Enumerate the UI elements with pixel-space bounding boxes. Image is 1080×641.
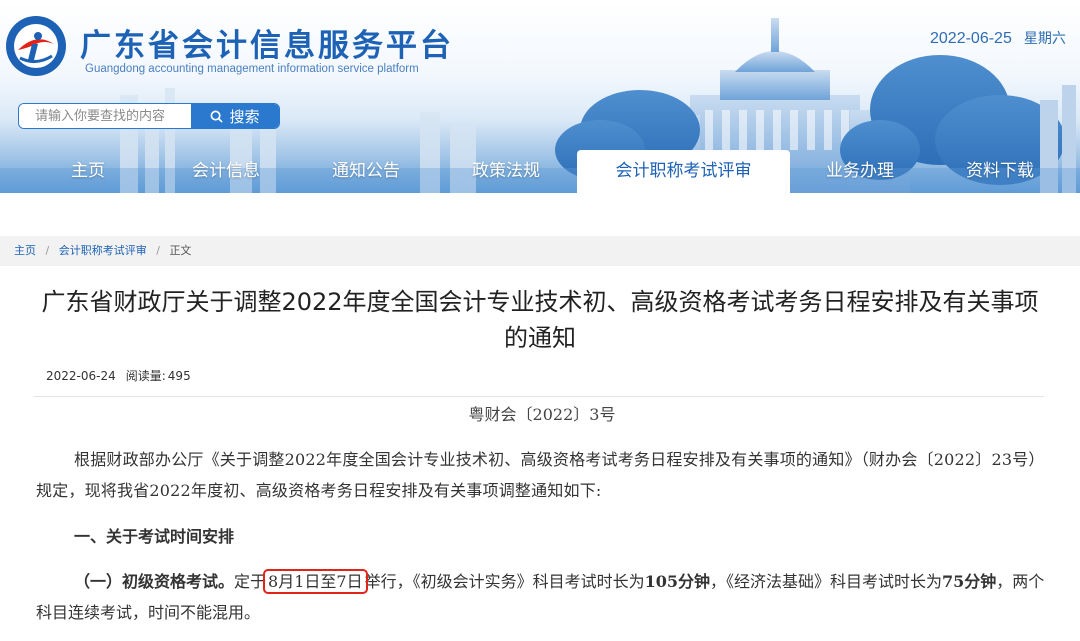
- paragraph-text: ，《经济法基础》科目考试时长为: [710, 572, 943, 591]
- site-title: 广东省会计信息服务平台: [80, 28, 454, 64]
- article-meta: 2022-06-24 阅读量: 495: [46, 367, 191, 384]
- nav-item-title-exam[interactable]: 会计职称考试评审: [577, 150, 790, 193]
- nav-item-business[interactable]: 业务办理: [812, 150, 908, 193]
- nav-item-home[interactable]: 主页: [48, 150, 128, 193]
- nav-item-downloads[interactable]: 资料下载: [952, 150, 1048, 193]
- article-paragraph: 根据财政部办公厅《关于调整2022年度全国会计专业技术初、高级资格考试考务日程安…: [36, 450, 1045, 500]
- paragraph-text: 定于: [234, 572, 267, 591]
- duration-bold: 75分钟: [942, 572, 997, 591]
- paragraph-text: 举行，《初级会计实务》科目考试时长为: [364, 572, 645, 591]
- search-bar: 搜索: [18, 103, 280, 129]
- weekday: 星期六: [1023, 30, 1066, 46]
- header-banner: 广东省会计信息服务平台 Guangdong accounting managem…: [0, 0, 1080, 193]
- search-input[interactable]: [19, 104, 191, 128]
- search-button[interactable]: 搜索: [191, 104, 279, 128]
- current-date: 2022-06-25 星期六: [930, 28, 1066, 48]
- duration-bold: 105分钟: [644, 572, 710, 591]
- main-nav: 主页 会计信息 通知公告 政策法规 会计职称考试评审 业务办理 资料下载: [0, 150, 1080, 193]
- search-button-label: 搜索: [229, 107, 260, 126]
- breadcrumb-separator: /: [156, 244, 160, 257]
- nav-item-policies[interactable]: 政策法规: [460, 150, 552, 193]
- breadcrumb-section[interactable]: 会计职称考试评审: [59, 244, 147, 257]
- document-number: 粤财会〔2022〕3号: [468, 405, 616, 424]
- section-heading: 一、关于考试时间安排: [74, 527, 235, 546]
- divider: [34, 396, 1044, 397]
- site-subtitle: Guangdong accounting management informat…: [85, 63, 419, 75]
- breadcrumb-home[interactable]: 主页: [14, 244, 36, 257]
- platform-logo-icon: [6, 16, 66, 76]
- article-date: 2022-06-24: [46, 369, 116, 383]
- highlighted-exam-dates: 8月1日至7日: [263, 569, 368, 594]
- date-value: 2022-06-25: [930, 30, 1012, 47]
- nav-item-notices[interactable]: 通知公告: [320, 150, 412, 193]
- article-paragraph: （一）初级资格考试。定于 8月1日至7日 举行，《初级会计实务》科目考试时长为105…: [36, 566, 1048, 628]
- breadcrumb: 主页 / 会计职称考试评审 / 正文: [0, 236, 1080, 266]
- views-label: 阅读量:: [125, 369, 166, 383]
- article-title: 广东省财政厅关于调整2022年度全国会计专业技术初、高级资格考试考务日程安排及有…: [41, 288, 1039, 352]
- views-count: 495: [167, 369, 191, 383]
- breadcrumb-separator: /: [45, 244, 50, 257]
- breadcrumb-current: 正文: [169, 244, 192, 257]
- nav-item-accounting-info[interactable]: 会计信息: [180, 150, 272, 193]
- search-icon: [211, 110, 224, 123]
- subsection-lead: （一）初级资格考试。: [74, 572, 235, 591]
